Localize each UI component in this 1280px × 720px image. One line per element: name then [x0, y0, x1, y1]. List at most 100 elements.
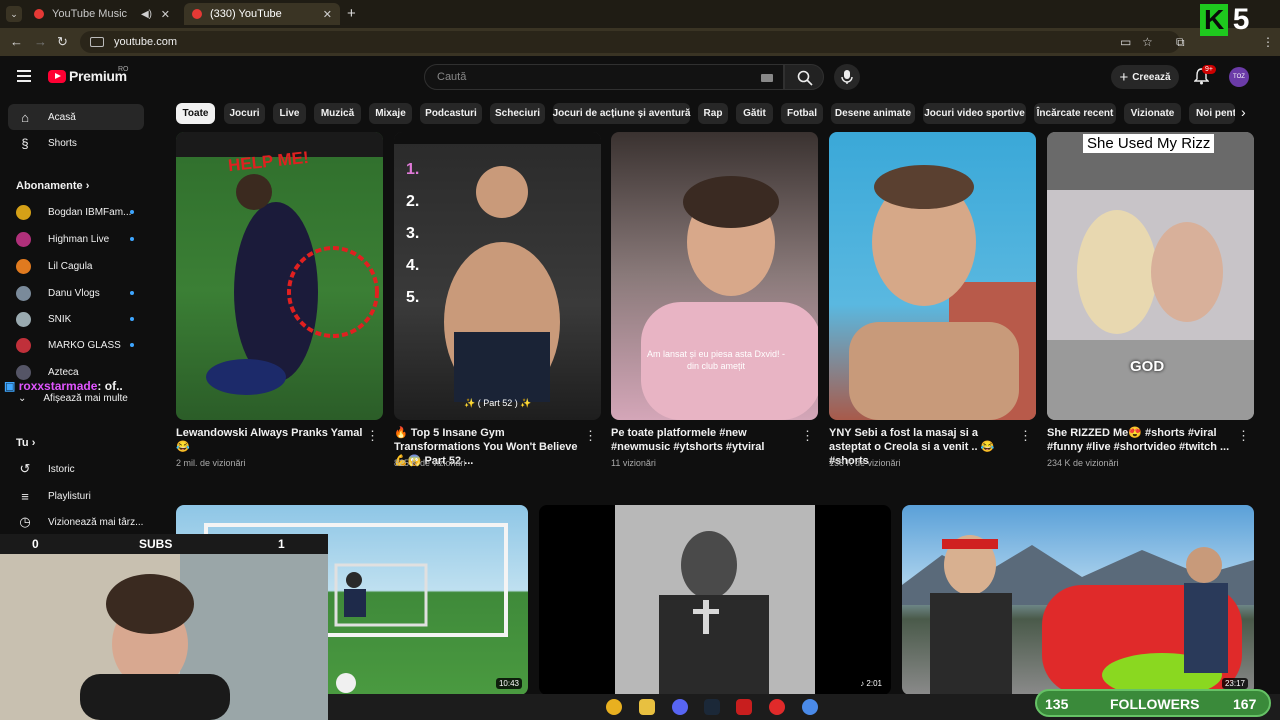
- chip-jocuri-sportive[interactable]: Jocuri video sportive: [923, 103, 1026, 124]
- short-overlay-text: ✨ ( Part 52 ) ✨: [464, 398, 532, 408]
- youtube-music-icon: [34, 9, 44, 19]
- short-thumbnail[interactable]: HELP ME!: [176, 132, 383, 420]
- subs-counter: 0 SUBS 1: [0, 534, 328, 554]
- reload-icon[interactable]: ↻: [57, 34, 68, 50]
- browser-menu-icon[interactable]: ⋮: [1262, 35, 1274, 49]
- more-options-icon[interactable]: ⋮: [366, 428, 379, 444]
- channel-avatar: [16, 311, 31, 327]
- tab-youtube-music[interactable]: YouTube Music ◀) ✕: [26, 3, 178, 25]
- chip-desene-animate[interactable]: Desene animate: [831, 103, 915, 124]
- keyboard-icon[interactable]: [761, 74, 773, 82]
- chip-muzica[interactable]: Muzică: [314, 103, 361, 124]
- subscription-item[interactable]: SNIK: [16, 309, 136, 329]
- video-thumbnail[interactable]: ♪ 2:01: [539, 505, 891, 695]
- chip-vizionate[interactable]: Vizionate: [1124, 103, 1181, 124]
- sidebar-item-history[interactable]: ↺ Istoric: [8, 456, 144, 482]
- address-bar: ← → ↻ youtube.com ▭ ☆ ⧉ ⋮: [0, 28, 1280, 56]
- video-thumbnail-image: [902, 535, 1254, 695]
- chrome-icon[interactable]: [802, 699, 818, 715]
- sidebar-item-shorts[interactable]: § Shorts: [8, 130, 144, 156]
- short-thumbnail[interactable]: She Used My Rizz GOD: [1047, 132, 1254, 420]
- sidebar-item-watch-later[interactable]: ◷ Vizionează mai târz...: [8, 509, 144, 535]
- bookmark-star-icon[interactable]: ☆: [1142, 35, 1153, 49]
- short-thumbnail-image: [1047, 132, 1254, 420]
- you-heading[interactable]: Tu ›: [16, 437, 35, 449]
- chip-fotbal[interactable]: Fotbal: [781, 103, 823, 124]
- subscription-item[interactable]: MARKO GLASS: [16, 335, 136, 355]
- app-icon[interactable]: [736, 699, 752, 715]
- sidebar-item-home[interactable]: ⌂ Acasă: [8, 104, 144, 130]
- chip-live[interactable]: Live: [273, 103, 306, 124]
- channel-avatar: [16, 204, 31, 220]
- video-duration: 23:17: [1221, 678, 1248, 689]
- short-views: 158 K de vizionări: [829, 458, 901, 468]
- speaker-icon[interactable]: ◀): [141, 9, 152, 20]
- subscription-item[interactable]: Highman Live: [16, 229, 136, 249]
- shorts-icon: §: [21, 135, 29, 151]
- sidebar-item-playlists[interactable]: ≡ Playlisturi: [8, 483, 144, 509]
- subscription-item[interactable]: Bogdan IBMFam...: [16, 202, 136, 222]
- chrome-icon[interactable]: [606, 699, 622, 715]
- chip-rap[interactable]: Rap: [698, 103, 728, 124]
- short-thumbnail[interactable]: 1. 2. 3. 4. 5. ✨ ( Part 52 ) ✨: [394, 132, 601, 420]
- more-options-icon[interactable]: ⋮: [1237, 428, 1250, 444]
- chip-jocuri-actiune[interactable]: Jocuri de acțiune și aventură: [553, 103, 690, 124]
- file-explorer-icon[interactable]: [639, 699, 655, 715]
- create-button[interactable]: + Creează: [1111, 65, 1179, 89]
- chip-scheciuri[interactable]: Scheciuri: [490, 103, 545, 124]
- short-thumbnail-image: [176, 132, 383, 395]
- forward-icon[interactable]: →: [34, 34, 47, 49]
- short-thumbnail[interactable]: Am lansat și eu piesa asta Dxvid! - din …: [611, 132, 818, 420]
- cast-icon[interactable]: ▭: [1120, 35, 1131, 49]
- channel-avatar: [16, 258, 31, 274]
- discord-icon[interactable]: [672, 699, 688, 715]
- menu-icon[interactable]: [17, 70, 31, 82]
- obs-icon[interactable]: [769, 699, 785, 715]
- chip-noi-pentru[interactable]: Noi pentru: [1189, 103, 1235, 124]
- short-thumbnail[interactable]: [829, 132, 1036, 420]
- account-avatar[interactable]: TOZ: [1229, 67, 1249, 87]
- video-duration: ♪ 2:01: [857, 678, 885, 689]
- short-overlay-text: Am lansat și eu piesa asta Dxvid! - din …: [646, 349, 786, 371]
- subscription-item[interactable]: Lil Cagula: [16, 256, 136, 276]
- live-dot: [130, 343, 134, 347]
- subscription-item[interactable]: Danu Vlogs: [16, 283, 136, 303]
- more-options-icon[interactable]: ⋮: [1019, 428, 1032, 444]
- youtube-premium-logo[interactable]: Premium RO: [48, 66, 129, 84]
- video-thumbnail[interactable]: 23:17: [902, 505, 1254, 695]
- short-overlay-text: She Used My Rizz: [1083, 134, 1215, 153]
- short-title[interactable]: Lewandowski Always Pranks Yamal 😂: [176, 426, 366, 454]
- short-title[interactable]: She RIZZED Me😍 #shorts #viral #funny #li…: [1047, 426, 1237, 454]
- short-thumbnail-image: [394, 132, 601, 402]
- stream-chat-message: ▣ roxxstarmade: of..: [4, 379, 123, 393]
- voice-search-button[interactable]: [834, 64, 860, 90]
- video-duration: 10:43: [495, 678, 522, 689]
- search-input[interactable]: Caută: [424, 64, 784, 90]
- chip-incarcate-recent[interactable]: Încărcate recent: [1034, 103, 1116, 124]
- back-icon[interactable]: ←: [10, 34, 23, 49]
- tab-search-button[interactable]: ⌄: [6, 6, 22, 22]
- chip-toate[interactable]: Toate: [176, 103, 215, 124]
- subscriptions-heading[interactable]: Abonamente ›: [16, 180, 89, 192]
- url-field[interactable]: youtube.com: [80, 31, 1180, 53]
- youtube-play-icon: [48, 69, 66, 83]
- short-title[interactable]: Pe toate platformele #new #newmusic #yts…: [611, 426, 801, 454]
- chip-podcasturi[interactable]: Podcasturi: [420, 103, 482, 124]
- microphone-icon: [841, 70, 853, 84]
- more-options-icon[interactable]: ⋮: [801, 428, 814, 444]
- chevron-right-icon[interactable]: ›: [1241, 104, 1246, 120]
- steam-icon[interactable]: [704, 699, 720, 715]
- close-icon[interactable]: ✕: [323, 8, 332, 21]
- more-options-icon[interactable]: ⋮: [584, 428, 597, 444]
- extensions-icon[interactable]: ⧉: [1176, 35, 1185, 50]
- channel-avatar: [16, 231, 31, 247]
- chip-jocuri[interactable]: Jocuri: [224, 103, 265, 124]
- search-button[interactable]: [784, 64, 824, 90]
- site-info-icon[interactable]: [90, 37, 104, 47]
- tab-youtube[interactable]: (330) YouTube ✕: [184, 3, 340, 25]
- close-icon[interactable]: ✕: [161, 8, 170, 21]
- chip-gatit[interactable]: Gătit: [736, 103, 773, 124]
- chip-mixaje[interactable]: Mixaje: [369, 103, 412, 124]
- new-tab-button[interactable]: +: [347, 5, 356, 22]
- followers-counter: 135 FOLLOWERS 167: [1035, 689, 1271, 717]
